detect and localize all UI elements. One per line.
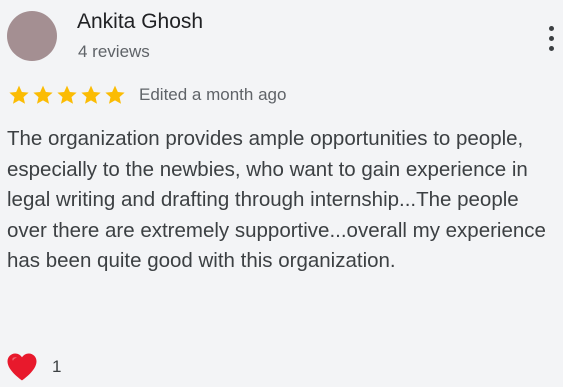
- star-icon: [80, 84, 102, 106]
- more-options-button[interactable]: [540, 18, 562, 58]
- more-vert-icon-dot: [548, 35, 554, 41]
- reaction-row: 1: [6, 352, 61, 382]
- star-rating: [8, 84, 126, 106]
- more-vert-icon: [548, 25, 554, 31]
- edited-timestamp: Edited a month ago: [139, 85, 287, 104]
- author-name[interactable]: Ankita Ghosh: [77, 10, 203, 34]
- more-vert-icon-dot: [548, 45, 554, 51]
- review-card: Ankita Ghosh 4 reviews Edited a month ag…: [0, 0, 563, 387]
- review-count: 4 reviews: [78, 42, 150, 61]
- star-icon: [32, 84, 54, 106]
- avatar[interactable]: [7, 11, 57, 61]
- rating-row: Edited a month ago: [8, 82, 286, 108]
- star-icon: [8, 84, 30, 106]
- star-icon: [56, 84, 78, 106]
- reaction-count: 1: [52, 357, 62, 376]
- star-icon: [104, 84, 126, 106]
- heart-icon[interactable]: [6, 352, 38, 382]
- review-text: The organization provides ample opportun…: [7, 127, 546, 272]
